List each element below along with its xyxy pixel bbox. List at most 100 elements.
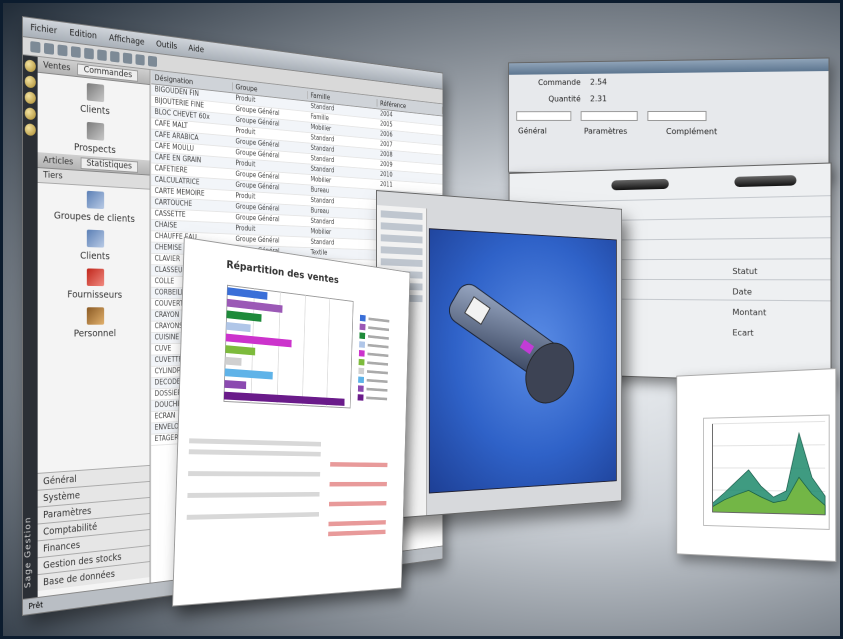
legend-swatch: [358, 376, 364, 384]
statistics-card: [676, 367, 837, 563]
menu-tools[interactable]: Outils: [154, 39, 178, 52]
legend-text-line: [366, 387, 388, 392]
new-icon[interactable]: [30, 41, 41, 54]
properties-dialog: Commande 2.54 Quantité 2.31 Général Para…: [508, 57, 830, 178]
paste-icon[interactable]: [110, 50, 120, 63]
text-line: [329, 481, 387, 487]
text-line: [188, 449, 321, 457]
dialog-input[interactable]: [516, 111, 572, 121]
tab-complement[interactable]: Complément: [666, 127, 717, 136]
shortcut-strip: Sage Gestion: [22, 55, 38, 615]
tab-general[interactable]: Général: [518, 127, 547, 136]
clients-icon: [86, 229, 104, 248]
chart-bar: [225, 356, 242, 366]
nav-item-groupes[interactable]: Groupes de clients: [38, 183, 150, 227]
action-button[interactable]: [734, 175, 797, 188]
tree-node[interactable]: [380, 222, 423, 232]
3d-model-render: [430, 229, 618, 494]
divider: [509, 195, 831, 204]
dialog-input[interactable]: [580, 111, 638, 121]
legend-swatch: [357, 385, 364, 392]
field-label: Commande: [538, 77, 581, 88]
tab-parametres[interactable]: Paramètres: [584, 127, 627, 136]
staff-icon: [86, 307, 104, 325]
groups-icon: [86, 190, 104, 210]
3d-viewport[interactable]: [428, 228, 618, 494]
menu-edit[interactable]: Edition: [68, 28, 99, 42]
detail-label: Statut: [732, 266, 758, 277]
save-icon[interactable]: [57, 44, 68, 57]
tab-articles[interactable]: Articles: [43, 155, 73, 167]
text-line: [186, 512, 319, 520]
dialog-inputs: [509, 107, 828, 126]
tree-node[interactable]: [380, 246, 423, 256]
tree-node[interactable]: [380, 234, 423, 244]
nav-item-fournisseurs[interactable]: Fournisseurs: [38, 262, 150, 302]
detail-label: Montant: [732, 307, 767, 318]
text-line: [330, 462, 388, 468]
shortcut-icon[interactable]: [24, 123, 36, 137]
area-chart: [677, 369, 835, 561]
legend-text-line: [367, 361, 389, 366]
report-document: Répartition des ventes: [172, 236, 411, 607]
shortcut-icon[interactable]: [24, 91, 36, 105]
refresh-icon[interactable]: [147, 55, 158, 68]
nav-item-label: Fournisseurs: [67, 289, 123, 301]
shortcut-icon[interactable]: [24, 75, 36, 89]
nav-item-clients-2[interactable]: Clients: [38, 223, 150, 265]
text-line: [328, 520, 386, 527]
shortcut-icon[interactable]: [24, 59, 36, 73]
menu-help[interactable]: Aide: [187, 43, 206, 55]
tab-ventes[interactable]: Ventes: [43, 60, 70, 73]
text-line: [189, 438, 321, 447]
dialog-field-row: Commande 2.54: [509, 71, 828, 91]
cut-icon[interactable]: [84, 47, 94, 60]
action-button[interactable]: [611, 178, 669, 191]
search-icon[interactable]: [122, 52, 133, 65]
shortcut-icon[interactable]: [24, 107, 36, 121]
field-label: Quantité: [548, 94, 581, 104]
legend-swatch: [358, 358, 365, 366]
tab-statistiques[interactable]: Statistiques: [80, 156, 138, 173]
app-vertical-label: Sage Gestion: [23, 516, 34, 589]
nav-item-personnel[interactable]: Personnel: [38, 302, 150, 342]
legend-swatch: [358, 367, 365, 375]
open-icon[interactable]: [44, 42, 54, 55]
text-line: [188, 471, 320, 477]
text-line: [328, 529, 386, 537]
legend-text-line: [367, 352, 389, 358]
tree-node[interactable]: [380, 258, 423, 267]
field-value: 2.54: [590, 77, 607, 87]
dialog-field-row: Quantité 2.31: [509, 89, 828, 108]
legend-text-line: [368, 326, 390, 332]
legend-swatch: [357, 394, 364, 401]
report-body-lines: [186, 432, 397, 547]
legend-text-line: [366, 370, 388, 375]
legend-swatch: [358, 350, 365, 357]
filter-icon[interactable]: [135, 54, 145, 66]
copy-icon[interactable]: [97, 49, 107, 62]
text-line: [328, 501, 387, 507]
dialog-tabs: Général Paramètres Complément: [509, 125, 828, 139]
legend-swatch: [359, 332, 366, 340]
dialog-input[interactable]: [647, 110, 707, 122]
menu-view[interactable]: Affichage: [107, 33, 146, 48]
sales-bar-chart: [188, 271, 390, 436]
chart-bar: [224, 380, 247, 390]
nav-item-label: Personnel: [73, 328, 117, 340]
detail-label: Date: [732, 287, 752, 297]
suppliers-icon: [86, 268, 104, 287]
tree-node[interactable]: [380, 210, 423, 220]
legend-text-line: [366, 396, 388, 401]
legend-swatch: [359, 314, 366, 322]
field-value: 2.31: [590, 94, 607, 104]
legend-text-line: [368, 317, 390, 323]
nav-section-list: Général Système Paramètres Comptabilité …: [37, 464, 150, 592]
legend-text-line: [367, 335, 389, 340]
detail-label: Ecart: [732, 328, 754, 338]
prospects-icon: [86, 121, 104, 141]
menu-file[interactable]: Fichier: [28, 22, 58, 36]
print-icon[interactable]: [70, 46, 81, 58]
navigation-panel: Ventes Commandes Clients Prospects Artic…: [37, 56, 151, 613]
nav-item-label: Clients: [80, 250, 110, 263]
